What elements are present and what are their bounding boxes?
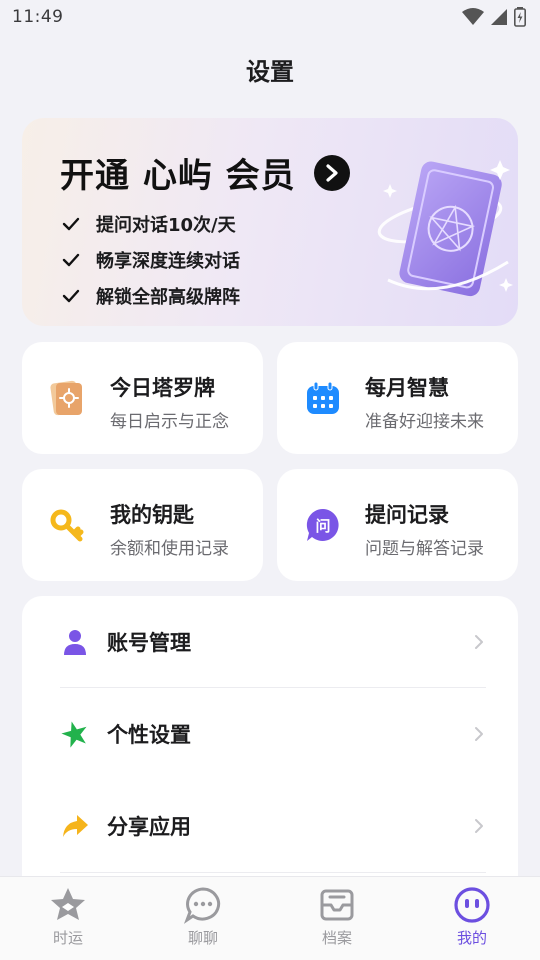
share-arrow-icon xyxy=(63,815,88,837)
check-icon xyxy=(62,217,80,231)
tile-subtitle: 准备好迎接未来 xyxy=(365,412,484,432)
tab-mine[interactable]: 我的 xyxy=(432,885,512,955)
tile-my-keys[interactable]: 我的钥匙 余额和使用记录 xyxy=(22,469,263,581)
tile-daily-tarot[interactable]: 今日塔罗牌 每日启示与正念 xyxy=(22,342,263,454)
tab-chat[interactable]: 聊聊 xyxy=(163,885,243,955)
tile-subtitle: 余额和使用记录 xyxy=(110,539,229,559)
user-icon xyxy=(64,630,86,655)
vip-perk-text: 畅享深度连续对话 xyxy=(96,251,240,272)
signal-icon xyxy=(491,9,507,25)
key-icon xyxy=(50,509,84,542)
tile-title: 我的钥匙 xyxy=(110,503,194,527)
status-bar: 11:49 xyxy=(0,0,540,34)
chevron-right-icon xyxy=(475,727,483,741)
menu-label: 账号管理 xyxy=(107,631,191,655)
vip-perk-item: 解锁全部高级牌阵 xyxy=(62,278,240,314)
tab-label: 聊聊 xyxy=(187,929,218,947)
settings-menu: 账号管理 个性设置 分享应用 xyxy=(22,596,518,896)
chevron-right-icon xyxy=(475,819,483,833)
tile-title: 今日塔罗牌 xyxy=(110,376,215,400)
chat-bubble-icon xyxy=(183,887,221,924)
vip-perk-text: 解锁全部高级牌阵 xyxy=(96,287,240,308)
bottom-tab-bar: 时运 聊聊 档案 我的 xyxy=(0,876,540,960)
menu-item-share[interactable]: 分享应用 xyxy=(22,780,518,872)
tile-title: 提问记录 xyxy=(365,503,449,527)
tab-label: 我的 xyxy=(456,929,487,947)
vip-perk-text: 提问对话10次/天 xyxy=(96,215,236,236)
vip-title: 开通 心屿 会员 xyxy=(60,156,296,196)
check-icon xyxy=(62,253,80,267)
tile-title: 每月智慧 xyxy=(365,376,449,400)
page-title: 设置 xyxy=(246,58,294,86)
chevron-right-icon xyxy=(475,635,483,649)
star-badge-icon xyxy=(51,888,85,920)
profile-face-icon xyxy=(454,887,490,923)
check-icon xyxy=(62,289,80,303)
calendar-icon xyxy=(307,381,339,414)
inbox-tray-icon xyxy=(320,889,354,921)
question-chat-icon: 问 xyxy=(306,508,339,541)
tile-subtitle: 问题与解答记录 xyxy=(365,539,484,559)
status-icons xyxy=(462,7,526,27)
vip-title-row: 开通 心屿 会员 xyxy=(60,148,350,197)
vip-membership-banner[interactable]: 开通 心屿 会员 提问对话10次/天 畅享深度连续对话 解锁全部高级牌阵 xyxy=(22,118,518,326)
chevron-right-icon xyxy=(326,163,338,182)
vip-perks: 提问对话10次/天 畅享深度连续对话 解锁全部高级牌阵 xyxy=(62,206,240,314)
battery-icon xyxy=(514,7,526,27)
tarot-card-illustration xyxy=(377,160,513,297)
tile-subtitle: 每日启示与正念 xyxy=(110,412,229,432)
menu-item-account[interactable]: 账号管理 xyxy=(22,596,518,688)
menu-label: 分享应用 xyxy=(107,815,191,839)
vip-arrow-button[interactable] xyxy=(313,154,350,191)
status-time: 11:49 xyxy=(12,7,64,27)
tab-fortune[interactable]: 时运 xyxy=(28,885,108,955)
menu-item-personalization[interactable]: 个性设置 xyxy=(22,688,518,780)
tile-monthly-wisdom[interactable]: 每月智慧 准备好迎接未来 xyxy=(277,342,518,454)
vip-perk-item: 提问对话10次/天 xyxy=(62,206,240,242)
tarot-card-icon xyxy=(50,380,82,416)
tab-archive[interactable]: 档案 xyxy=(297,885,377,955)
tab-label: 时运 xyxy=(52,929,83,947)
wifi-icon xyxy=(462,8,484,25)
menu-divider xyxy=(60,872,486,873)
vip-perk-item: 畅享深度连续对话 xyxy=(62,242,240,278)
svg-text:问: 问 xyxy=(315,517,330,535)
menu-label: 个性设置 xyxy=(107,723,191,747)
star-leaf-icon xyxy=(61,721,87,748)
tab-label: 档案 xyxy=(321,929,352,947)
tile-question-records[interactable]: 问 提问记录 问题与解答记录 xyxy=(277,469,518,581)
